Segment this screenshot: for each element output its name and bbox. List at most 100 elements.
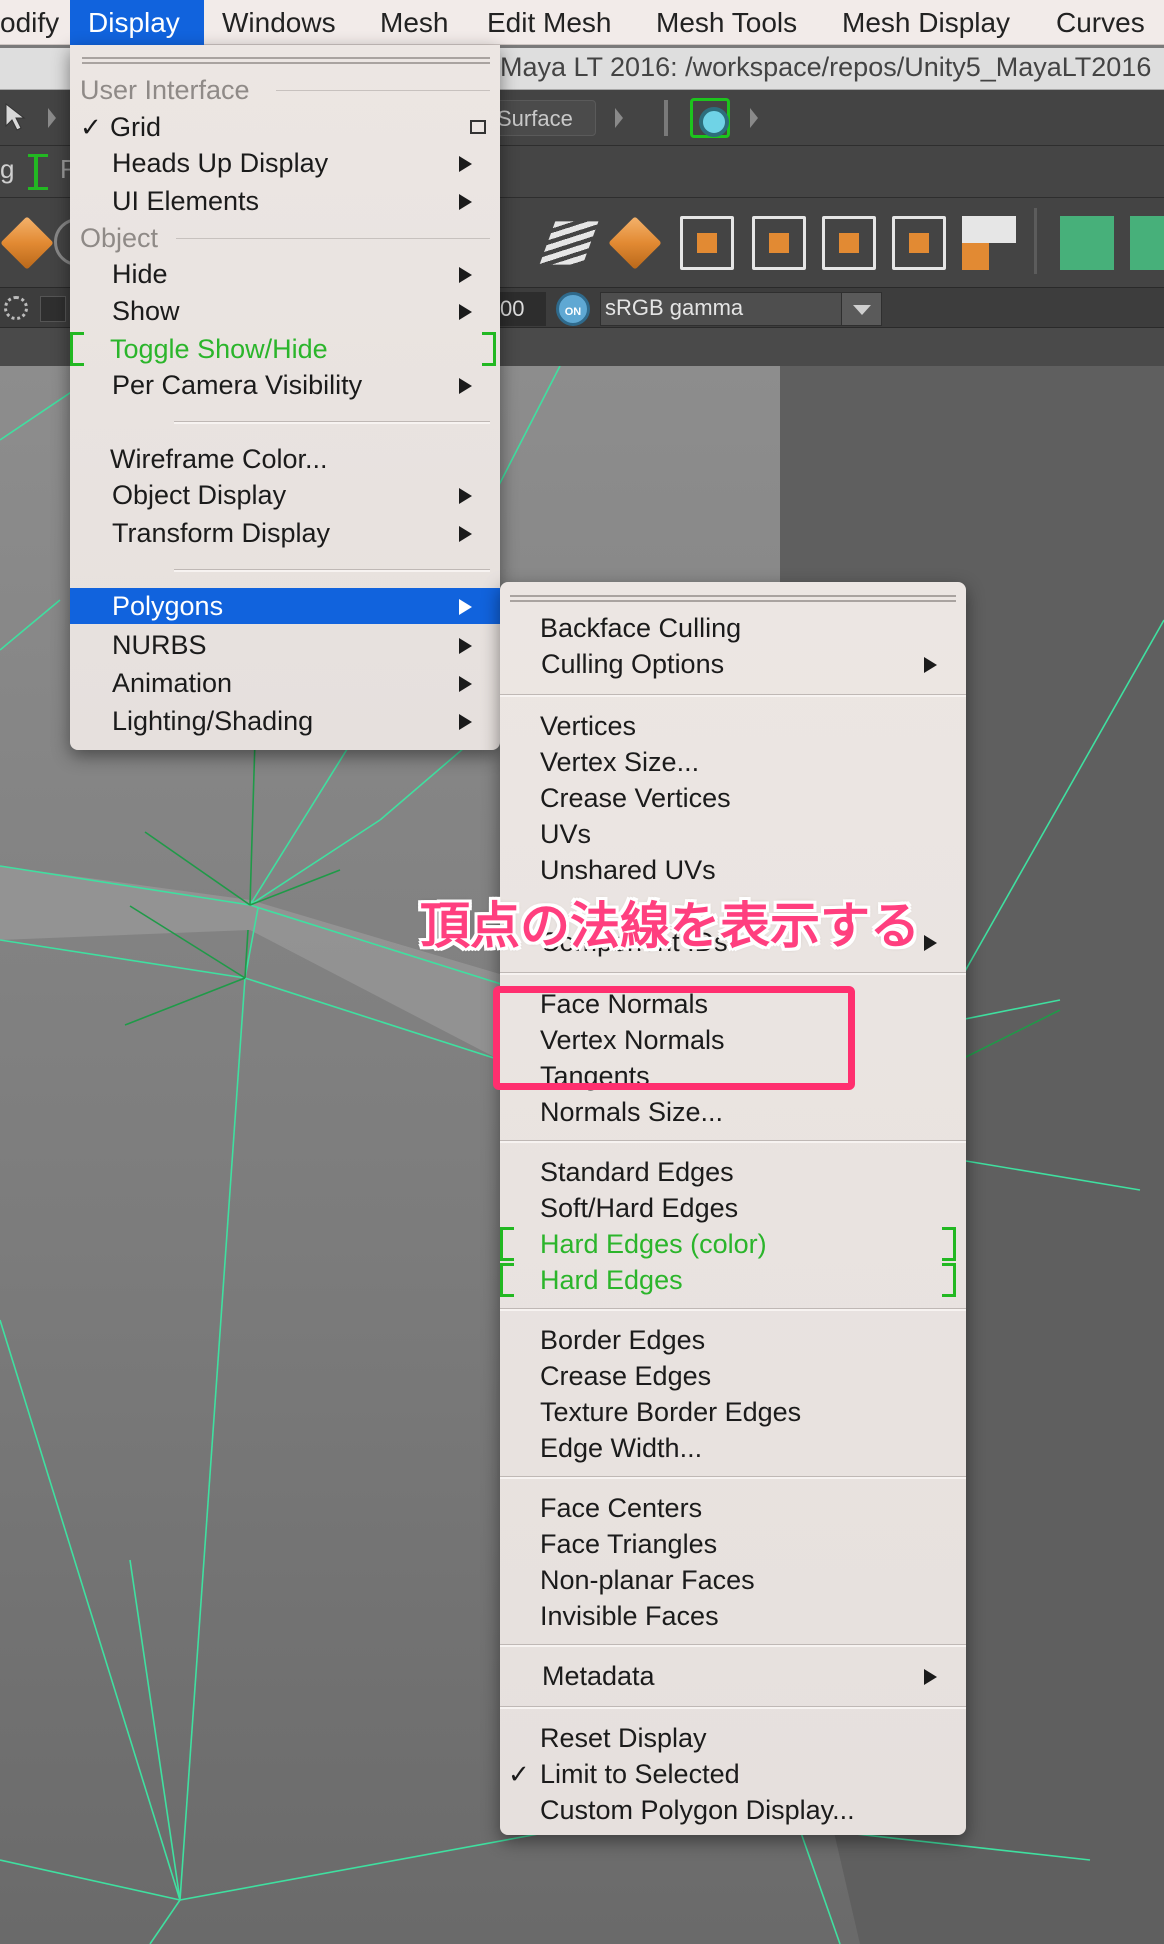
menu-mesh[interactable]: Mesh bbox=[380, 0, 448, 45]
surface-menuset-button[interactable]: Surface bbox=[490, 100, 596, 136]
menu-item-grid[interactable]: ✓ Grid bbox=[70, 109, 500, 145]
menu-item-limit-to-selected[interactable]: ✓ Limit to Selected bbox=[500, 1756, 966, 1792]
menu-separator bbox=[500, 1644, 966, 1647]
menu-item-vertices[interactable]: Vertices bbox=[500, 708, 966, 744]
menu-item-animation[interactable]: Animation bbox=[70, 665, 500, 701]
menu-bar: odify Display Windows Mesh Edit Mesh Mes… bbox=[0, 0, 1164, 45]
dotted-circle-icon[interactable] bbox=[4, 296, 28, 320]
menu-separator bbox=[500, 972, 966, 975]
menu-item-custom-polygon-display[interactable]: Custom Polygon Display... bbox=[500, 1792, 966, 1828]
green-bracket-icon bbox=[500, 1263, 514, 1297]
toolbar-collapse-icon[interactable] bbox=[615, 108, 623, 128]
annotation-caption: 頂点の法線を表示する bbox=[420, 898, 920, 954]
menu-windows[interactable]: Windows bbox=[222, 0, 336, 45]
menu-mesh-tools[interactable]: Mesh Tools bbox=[656, 0, 797, 45]
submenu-arrow-icon bbox=[459, 194, 472, 210]
toggle-square-icon[interactable] bbox=[40, 296, 66, 322]
submenu-arrow-icon bbox=[459, 156, 472, 172]
polygons-submenu: Backface Culling Culling Options Vertice… bbox=[500, 582, 966, 1835]
menu-item-metadata[interactable]: Metadata bbox=[500, 1658, 966, 1694]
menu-separator bbox=[500, 1140, 966, 1143]
menu-item-vertex-size[interactable]: Vertex Size... bbox=[500, 744, 966, 780]
section-header-user-interface: User Interface bbox=[70, 72, 500, 108]
menu-item-culling-options[interactable]: Culling Options bbox=[500, 646, 966, 682]
menu-item-texture-border-edges[interactable]: Texture Border Edges bbox=[500, 1394, 966, 1430]
toolbar-collapse-icon[interactable] bbox=[750, 108, 758, 128]
green-shape-icon[interactable] bbox=[1130, 216, 1164, 270]
submenu-arrow-icon bbox=[924, 657, 937, 673]
submenu-arrow-icon bbox=[459, 638, 472, 654]
menu-item-object-display[interactable]: Object Display bbox=[70, 477, 500, 513]
menu-item-crease-vertices[interactable]: Crease Vertices bbox=[500, 780, 966, 816]
chevron-down-icon[interactable] bbox=[841, 293, 881, 325]
menu-mesh-display[interactable]: Mesh Display bbox=[842, 0, 1010, 45]
menu-item-face-centers[interactable]: Face Centers bbox=[500, 1490, 966, 1526]
submenu-arrow-icon bbox=[459, 676, 472, 692]
menu-separator bbox=[500, 1706, 966, 1709]
toolbar-collapse-icon[interactable] bbox=[48, 108, 56, 128]
bounding-box-icon[interactable] bbox=[680, 216, 734, 270]
menu-item-lighting-shading[interactable]: Lighting/Shading bbox=[70, 703, 500, 739]
menu-item-invisible-faces[interactable]: Invisible Faces bbox=[500, 1598, 966, 1634]
cube-icon[interactable] bbox=[608, 216, 662, 270]
menu-item-heads-up-display[interactable]: Heads Up Display bbox=[70, 145, 500, 181]
submenu-arrow-icon bbox=[459, 304, 472, 320]
menu-item-non-planar-faces[interactable]: Non-planar Faces bbox=[500, 1562, 966, 1598]
tear-off-bar[interactable] bbox=[510, 595, 956, 602]
menu-item-normals-size[interactable]: Normals Size... bbox=[500, 1094, 966, 1130]
menu-modify[interactable]: odify bbox=[0, 0, 70, 45]
submenu-arrow-icon bbox=[459, 526, 472, 542]
quad-grid-icon[interactable] bbox=[962, 216, 1016, 270]
menu-item-hard-edges[interactable]: Hard Edges bbox=[500, 1262, 966, 1298]
check-icon: ✓ bbox=[80, 112, 102, 142]
tear-off-bar[interactable] bbox=[82, 57, 490, 64]
menu-item-ui-elements[interactable]: UI Elements bbox=[70, 183, 500, 219]
menu-item-backface-culling[interactable]: Backface Culling bbox=[500, 610, 966, 646]
gamma-value-field[interactable]: 00 bbox=[496, 292, 546, 326]
layer-stack-icon[interactable] bbox=[539, 221, 599, 265]
menu-item-transform-display[interactable]: Transform Display bbox=[70, 515, 500, 551]
menu-item-standard-edges[interactable]: Standard Edges bbox=[500, 1154, 966, 1190]
green-bracket-icon bbox=[70, 332, 84, 366]
snap-box-icon[interactable] bbox=[892, 216, 946, 270]
menu-item-toggle-show-hide[interactable]: Toggle Show/Hide bbox=[70, 331, 500, 367]
submenu-arrow-icon bbox=[459, 378, 472, 394]
menu-item-border-edges[interactable]: Border Edges bbox=[500, 1322, 966, 1358]
menu-separator bbox=[174, 421, 490, 424]
menu-curves[interactable]: Curves bbox=[1056, 0, 1145, 45]
shelf-divider bbox=[1034, 208, 1037, 274]
submenu-arrow-icon bbox=[459, 599, 472, 615]
menu-item-show[interactable]: Show bbox=[70, 293, 500, 329]
menu-item-face-triangles[interactable]: Face Triangles bbox=[500, 1526, 966, 1562]
extrude-icon[interactable] bbox=[822, 216, 876, 270]
option-box-icon[interactable] bbox=[470, 120, 486, 134]
divider-icon bbox=[664, 100, 668, 136]
menu-item-polygons[interactable]: Polygons bbox=[70, 588, 500, 624]
menu-item-uvs[interactable]: UVs bbox=[500, 816, 966, 852]
check-icon: ✓ bbox=[508, 1759, 530, 1789]
shelf-tab-left[interactable]: g bbox=[0, 154, 14, 185]
colorspace-select[interactable]: sRGB gamma bbox=[600, 292, 882, 326]
menu-item-unshared-uvs[interactable]: Unshared UVs bbox=[500, 852, 966, 888]
green-bracket-icon bbox=[28, 154, 48, 190]
menu-item-hard-edges-color[interactable]: Hard Edges (color) bbox=[500, 1226, 966, 1262]
menu-edit-mesh[interactable]: Edit Mesh bbox=[487, 0, 612, 45]
menu-item-wireframe-color[interactable]: Wireframe Color... bbox=[70, 441, 500, 477]
scale-box-icon[interactable] bbox=[752, 216, 806, 270]
color-management-toggle[interactable]: ON bbox=[556, 292, 590, 326]
polygon-cube-icon[interactable] bbox=[0, 216, 54, 270]
camera-icon[interactable] bbox=[690, 98, 730, 138]
colorspace-value: sRGB gamma bbox=[605, 295, 744, 320]
menu-item-edge-width[interactable]: Edge Width... bbox=[500, 1430, 966, 1466]
menu-item-hide[interactable]: Hide bbox=[70, 256, 500, 292]
menu-item-per-camera-visibility[interactable]: Per Camera Visibility bbox=[70, 367, 500, 403]
green-plane-icon[interactable] bbox=[1060, 216, 1114, 270]
green-bracket-icon bbox=[482, 332, 496, 366]
menu-item-crease-edges[interactable]: Crease Edges bbox=[500, 1358, 966, 1394]
menu-item-reset-display[interactable]: Reset Display bbox=[500, 1720, 966, 1756]
select-arrow-icon[interactable] bbox=[4, 102, 26, 132]
menu-separator bbox=[174, 569, 490, 572]
menu-item-nurbs[interactable]: NURBS bbox=[70, 627, 500, 663]
menu-display[interactable]: Display bbox=[70, 0, 204, 45]
menu-item-soft-hard-edges[interactable]: Soft/Hard Edges bbox=[500, 1190, 966, 1226]
